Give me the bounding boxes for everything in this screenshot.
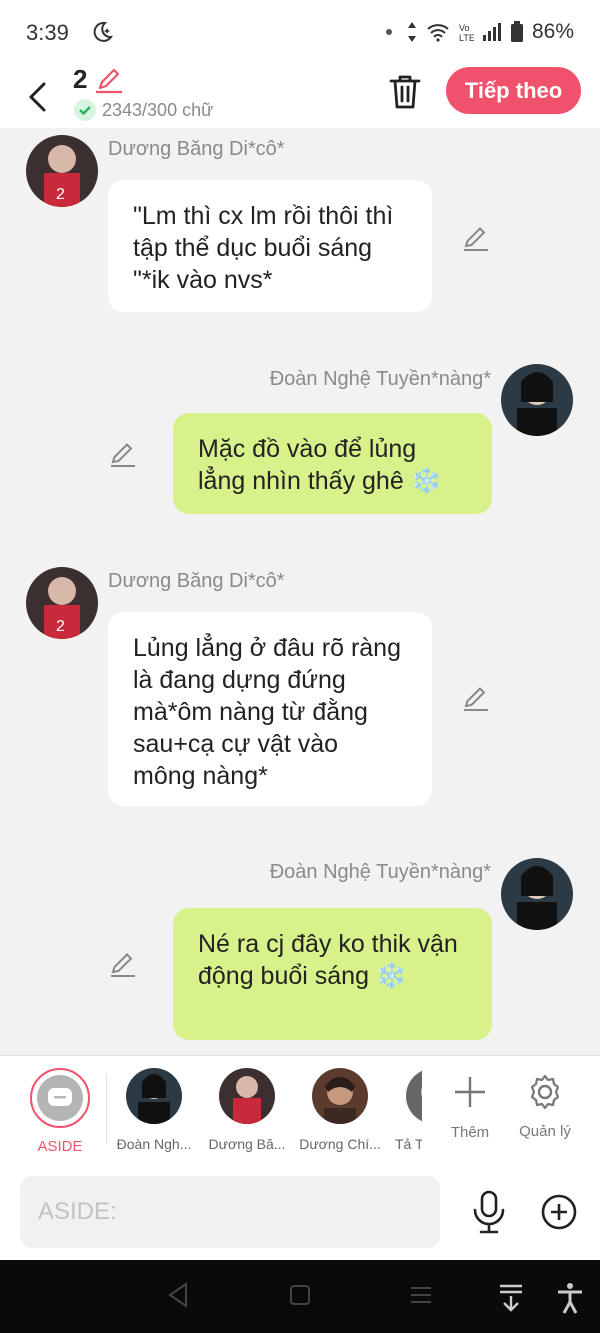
aside-avatar [30,1068,90,1128]
character-avatar [126,1068,182,1124]
sender-name: Đoàn Nghệ Tuyền*nàng* [269,861,491,883]
edit-message-icon[interactable] [462,224,490,252]
sender-name: Dương Băng Di*cô* [108,138,285,160]
aside-label: ASIDE [37,1138,83,1155]
character-name: Dương Bă... [208,1136,286,1152]
check-icon [74,99,96,121]
character-name: Dương Chí... [299,1136,381,1152]
sender-name: Đoàn Nghệ Tuyền*nàng* [269,368,491,390]
input-area [0,1166,600,1260]
message-icon [48,1088,72,1106]
accessibility-icon[interactable] [556,1282,584,1314]
character-bar: ASIDE Đoàn Ngh... Dương Bă... Dương Chí.… [0,1055,600,1167]
aside-tab[interactable]: ASIDE [30,1068,90,1155]
volte-icon: VoLTE [459,23,474,43]
add-label: Thêm [450,1124,490,1141]
message-bubble[interactable]: "Lm thì cx lm rồi thôi thì tập thể dục b… [108,180,432,312]
gear-icon [530,1074,560,1110]
divider [106,1074,107,1144]
character-avatar [406,1068,422,1124]
avatar[interactable] [501,364,573,436]
nav-recents-icon[interactable] [408,1282,434,1308]
system-nav-bar [0,1260,600,1333]
character-avatar [312,1068,368,1124]
signal-icon [482,23,501,41]
data-arrows-icon [407,22,416,42]
manage-label: Quản lý [519,1123,571,1140]
edit-message-icon[interactable] [109,950,137,978]
message-bubble[interactable]: Lủng lẳng ở đâu rõ ràng là đang dựng đứn… [108,612,432,806]
nav-collapse-icon[interactable] [497,1282,525,1314]
add-button[interactable] [540,1193,578,1231]
character-item[interactable]: Đoàn Ngh... [112,1068,196,1152]
svg-text:LTE: LTE [459,33,474,43]
message-right: Đoàn Nghệ Tuyền*nàng* Mặc đồ vào để lủng… [0,364,600,524]
manage-button[interactable]: Quản lý [515,1068,575,1140]
notification-dot-icon [385,29,392,35]
moon-icon [93,21,114,42]
page-count: 2 [73,64,88,94]
word-count-text: 2343/300 chữ [102,99,214,120]
avatar[interactable]: 2 [26,567,98,639]
status-bar: 3:39 Vo LTE 86% [0,0,600,66]
svg-text:2: 2 [56,618,65,635]
character-item[interactable]: Dương Chí... [298,1068,382,1152]
avatar[interactable] [501,858,573,930]
header: 2 2343/300 chữ Tiếp theo [0,64,600,128]
add-character-button[interactable]: Thêm [448,1068,492,1141]
nav-back-icon[interactable] [166,1282,190,1308]
edit-title-icon[interactable] [94,64,124,94]
status-icons: Vo LTE 86% [385,20,574,44]
next-button[interactable]: Tiếp theo [446,67,581,114]
sender-name: Dương Băng Di*cô* [108,570,285,592]
character-name: Đoàn Ngh... [116,1136,192,1152]
character-avatar [219,1068,275,1124]
plus-icon [455,1077,485,1107]
message-right: Đoàn Nghệ Tuyền*nàng* Né ra cj đây ko th… [0,858,600,1055]
chat-area[interactable]: 2 Dương Băng Di*cô* "Lm thì cx lm rồi th… [0,128,600,1055]
character-item[interactable]: Dương Bă... [205,1068,289,1152]
battery-icon [510,21,523,42]
trash-button[interactable] [386,72,424,112]
status-time: 3:39 [26,20,69,45]
character-name: Tả T [395,1136,422,1152]
word-count: 2343/300 chữ [74,99,213,121]
svg-text:Vo: Vo [459,23,470,33]
message-left: 2 Dương Băng Di*cô* Lủng lẳng ở đâu rõ r… [0,560,600,810]
svg-text:2: 2 [56,186,65,203]
battery-percent: 86% [531,20,574,43]
aside-input[interactable] [20,1176,440,1248]
edit-message-icon[interactable] [462,684,490,712]
edit-message-icon[interactable] [109,440,137,468]
message-bubble[interactable]: Né ra cj đây ko thik vận động buổi sáng … [173,908,492,1040]
message-left: 2 Dương Băng Di*cô* "Lm thì cx lm rồi th… [0,128,600,328]
wifi-icon [427,24,449,42]
message-bubble[interactable]: Mặc đồ vào để lủng lẳng nhìn thấy ghê ❄️ [173,413,492,514]
avatar[interactable]: 2 [26,135,98,207]
character-item[interactable]: Tả T [392,1068,422,1152]
nav-home-icon[interactable] [288,1282,312,1308]
microphone-button[interactable] [470,1190,508,1234]
back-button[interactable] [22,74,54,120]
